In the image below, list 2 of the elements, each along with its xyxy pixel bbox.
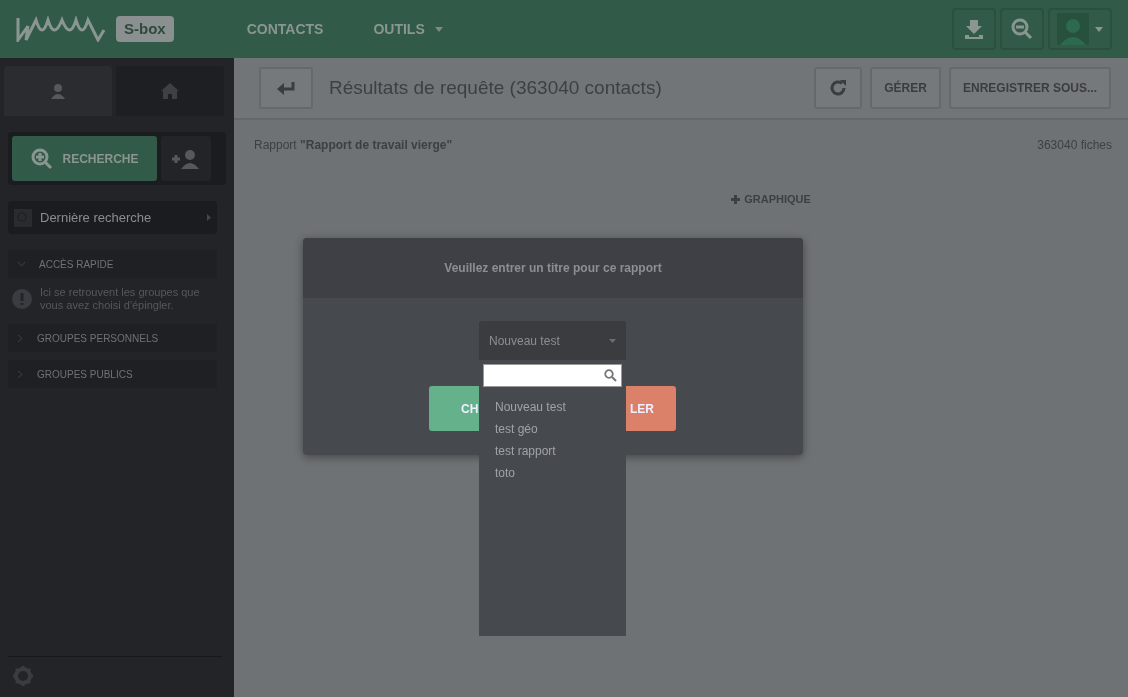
modal-title: Veuillez entrer un titre pour ce rapport (444, 260, 662, 277)
app-badge: S-box (116, 15, 174, 43)
